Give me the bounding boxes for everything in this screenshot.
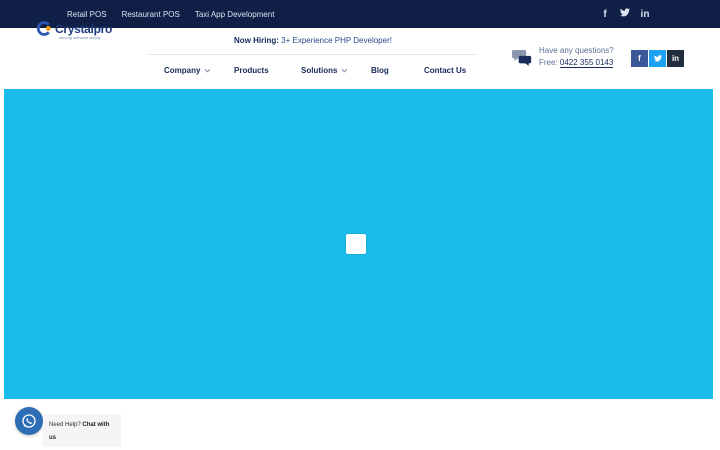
nav-item-contact-us[interactable]: Contact Us: [424, 66, 466, 75]
hiring-label: Now Hiring:: [234, 36, 279, 45]
linkedin-icon: in: [671, 54, 680, 63]
nav-item-company[interactable]: Company: [164, 66, 211, 75]
top-social: f in: [600, 0, 650, 28]
contact-question: Have any questions?: [539, 46, 614, 55]
chat-bubbles-icon: [512, 50, 532, 66]
nav-divider: [148, 54, 478, 55]
contact-info: Have any questions? Free: 0422 355 0143: [512, 46, 622, 70]
facebook-icon[interactable]: f: [600, 9, 610, 20]
logo[interactable]: Crystalpro serving software simply: [36, 20, 113, 40]
nav-label-contact-us: Contact Us: [424, 66, 467, 75]
chat-us-text: us: [49, 435, 57, 441]
header-linkedin-button[interactable]: in: [667, 50, 684, 67]
twitter-icon: [653, 55, 662, 62]
contact-phone-line: Free: 0422 355 0143: [539, 58, 614, 68]
contact-phone-link[interactable]: 0422 355 0143: [559, 58, 614, 68]
nav-item-blog[interactable]: Blog: [371, 66, 389, 75]
nav-label-products: Products: [234, 66, 269, 75]
logo-tagline: serving software simply: [59, 35, 101, 40]
top-link-restaurant-pos[interactable]: Restaurant POS: [122, 10, 180, 19]
nav-label-solutions: Solutions: [301, 66, 338, 75]
facebook-icon: f: [638, 54, 641, 63]
loading-spinner: [346, 234, 366, 254]
header-facebook-button[interactable]: f: [631, 50, 648, 67]
whatsapp-chat-button[interactable]: [15, 407, 43, 435]
top-link-retail-pos[interactable]: Retail POS: [67, 10, 107, 19]
linkedin-icon[interactable]: in: [640, 9, 650, 20]
logo-wordmark: Crystalpro: [55, 21, 113, 36]
nav-item-solutions[interactable]: Solutions: [301, 66, 348, 75]
hiring-text: 3+ Experience PHP Developer!: [281, 36, 392, 45]
chat-help-box[interactable]: Need Help? Chat with us: [43, 414, 121, 447]
chat-need-help-text: Need Help?: [49, 422, 81, 428]
crystalpro-logo-icon: [36, 20, 53, 37]
nav-label-company: Company: [164, 66, 201, 75]
twitter-icon[interactable]: [620, 8, 630, 20]
chat-with-text: Chat with: [82, 422, 110, 428]
header-twitter-button[interactable]: [649, 50, 666, 67]
contact-free-label: Free:: [539, 58, 558, 67]
whatsapp-icon: [22, 414, 36, 428]
top-link-taxi-app[interactable]: Taxi App Development: [195, 10, 275, 19]
nav-item-products[interactable]: Products: [234, 66, 269, 75]
hiring-banner[interactable]: Now Hiring: 3+ Experience PHP Developer!: [148, 36, 478, 45]
nav-label-blog: Blog: [371, 66, 389, 75]
